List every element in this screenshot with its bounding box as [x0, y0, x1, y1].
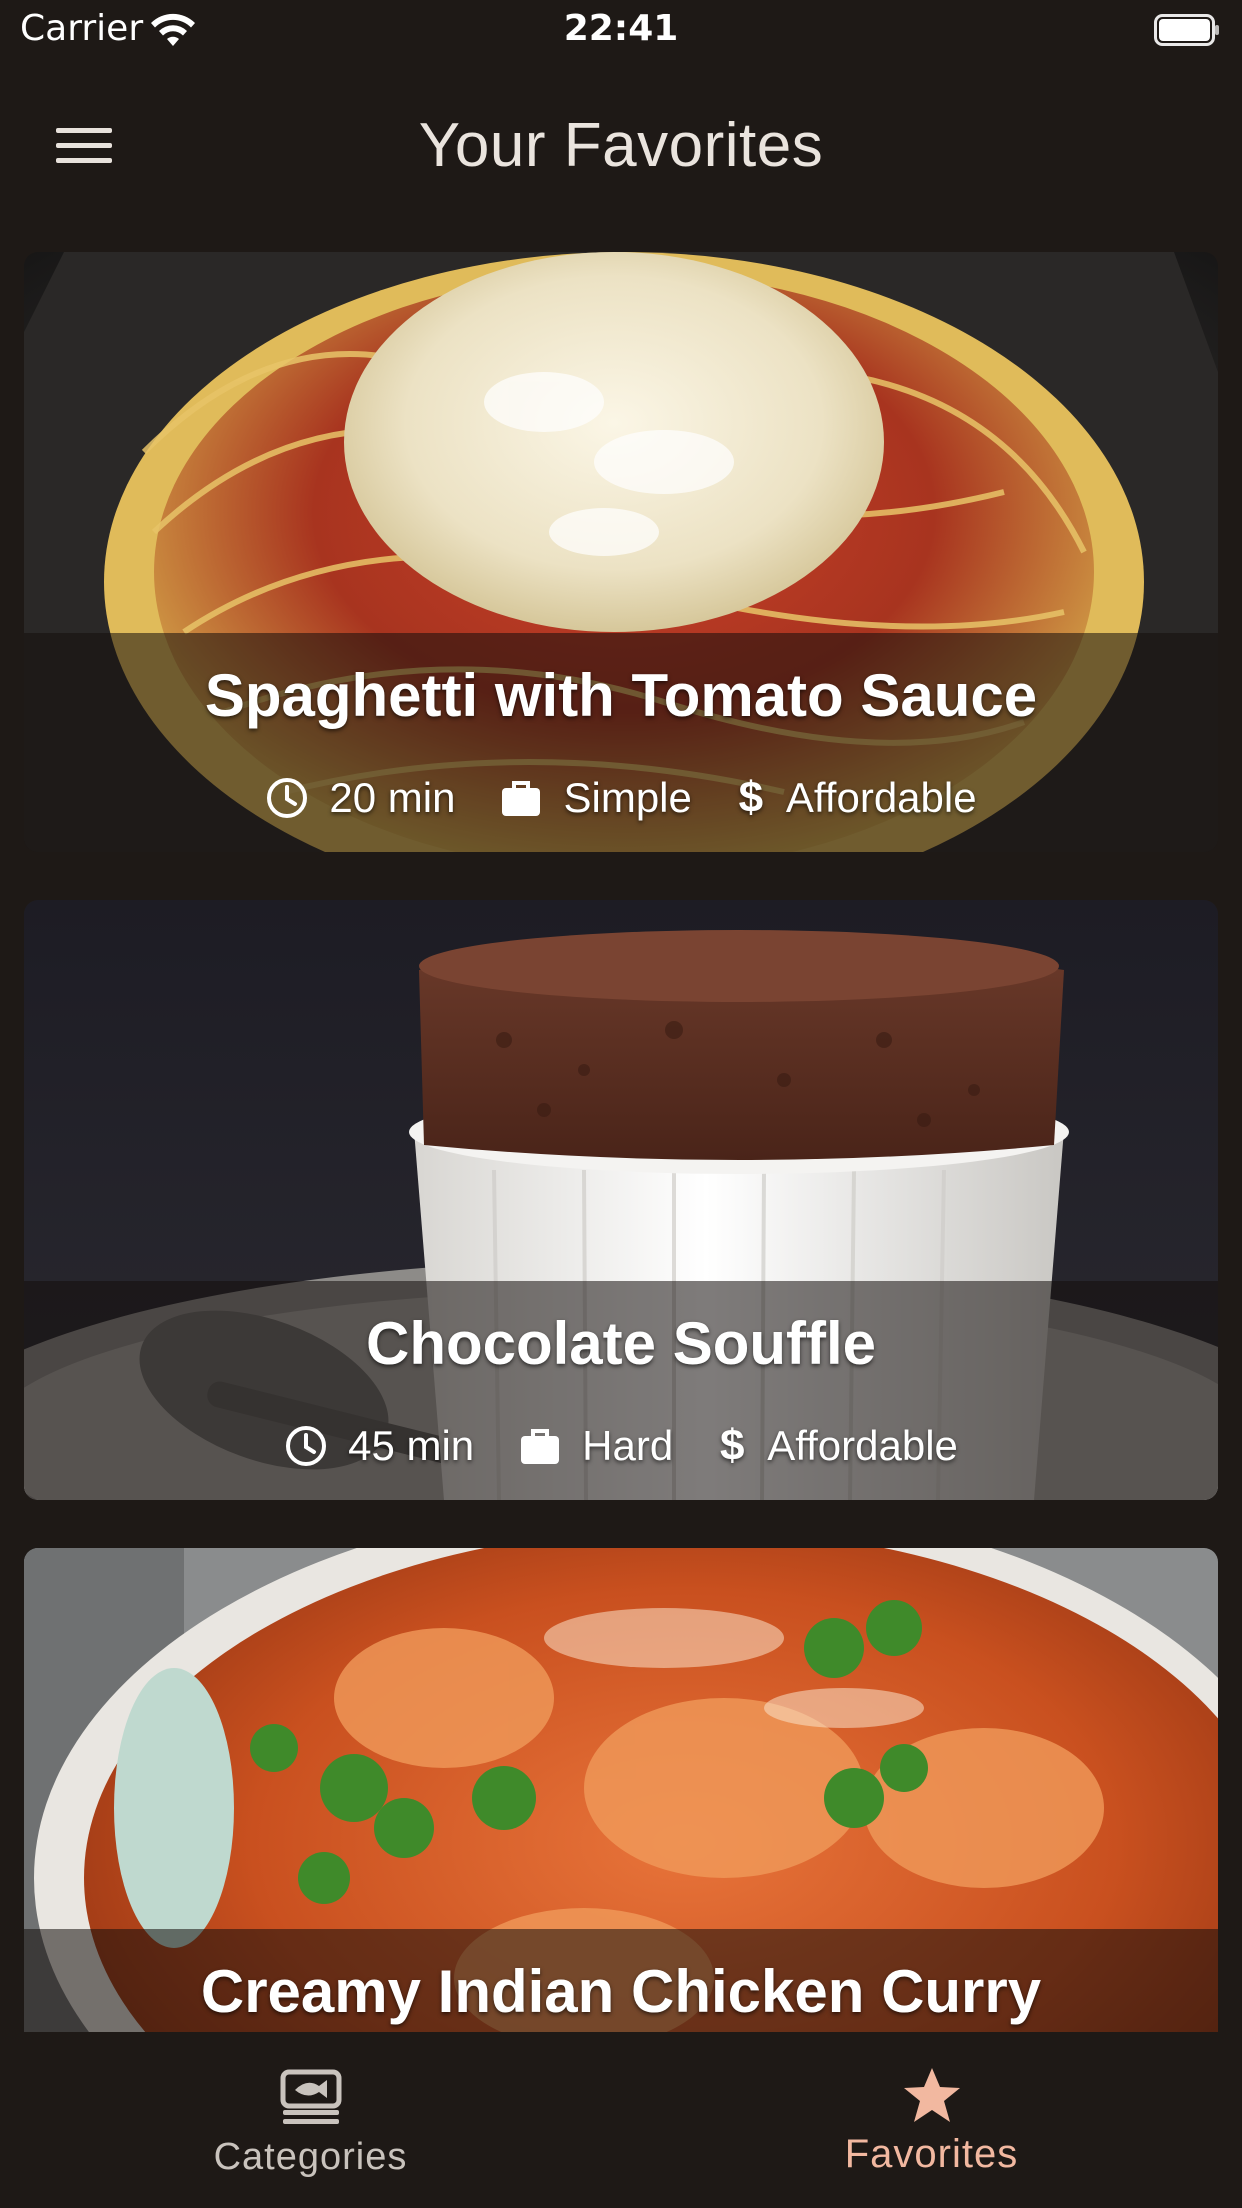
app-bar: Your Favorites: [0, 60, 1242, 228]
meal-complexity: Simple: [499, 774, 692, 822]
bottom-tab-bar: Categories Favorites: [0, 2032, 1242, 2208]
meal-meta: 20 min Simple $ Affordable: [24, 773, 1218, 823]
tab-favorites-label: Favorites: [844, 2132, 1019, 2176]
tab-categories[interactable]: Categories: [0, 2032, 621, 2208]
meal-title: Chocolate Souffle: [365, 1310, 877, 1377]
dollar-icon: $: [738, 773, 764, 822]
clock-icon: [265, 776, 309, 820]
meal-complexity-label: Hard: [582, 1422, 674, 1469]
clock-time: 22:41: [563, 8, 679, 49]
meal-complexity-label: Simple: [563, 774, 692, 821]
star-icon: [900, 2064, 964, 2128]
meal-info-overlay: Spaghetti with Tomato Sauce 20 min Simpl…: [24, 633, 1218, 852]
meal-affordability-label: Affordable: [767, 1422, 958, 1469]
meal-affordability: $ Affordable: [717, 1421, 958, 1471]
meal-affordability-label: Affordable: [785, 774, 977, 821]
meal-duration-label: 45 min: [348, 1422, 475, 1469]
battery-icon: [1154, 14, 1220, 46]
meal-duration-label: 20 min: [329, 774, 456, 821]
categories-icon: [279, 2064, 343, 2128]
meal-card[interactable]: Creamy Indian Chicken Curry: [24, 1548, 1218, 2032]
briefcase-icon: [499, 776, 543, 820]
page-title: Your Favorites: [418, 111, 824, 180]
meal-meta: 45 min Hard $ Affordable: [24, 1421, 1218, 1471]
meal-card[interactable]: Chocolate Souffle 45 min Hard $ Affordab…: [24, 900, 1218, 1500]
meal-title: Creamy Indian Chicken Curry: [200, 1958, 1042, 2025]
tab-favorites[interactable]: Favorites: [621, 2032, 1242, 2208]
tab-categories-label: Categories: [213, 2136, 408, 2178]
meal-duration: 20 min: [265, 774, 455, 822]
meal-info-overlay: Chocolate Souffle 45 min Hard $ Affordab…: [24, 1281, 1218, 1500]
meal-affordability: $ Affordable: [736, 773, 977, 823]
briefcase-icon: [518, 1424, 562, 1468]
meal-duration: 45 min: [284, 1422, 474, 1470]
meal-card[interactable]: Spaghetti with Tomato Sauce 20 min Simpl…: [24, 252, 1218, 852]
status-bar: Carrier 22:41: [0, 0, 1242, 60]
meal-title: Spaghetti with Tomato Sauce: [204, 662, 1038, 729]
meal-complexity: Hard: [518, 1422, 673, 1470]
favorites-list[interactable]: Spaghetti with Tomato Sauce 20 min Simpl…: [24, 252, 1218, 2032]
dollar-icon: $: [719, 1421, 745, 1470]
favorites-screen: Carrier 22:41 Your Favorites Spaghetti w…: [0, 0, 1242, 2208]
clock-icon: [284, 1424, 328, 1468]
meal-info-overlay: Creamy Indian Chicken Curry: [24, 1929, 1218, 2032]
